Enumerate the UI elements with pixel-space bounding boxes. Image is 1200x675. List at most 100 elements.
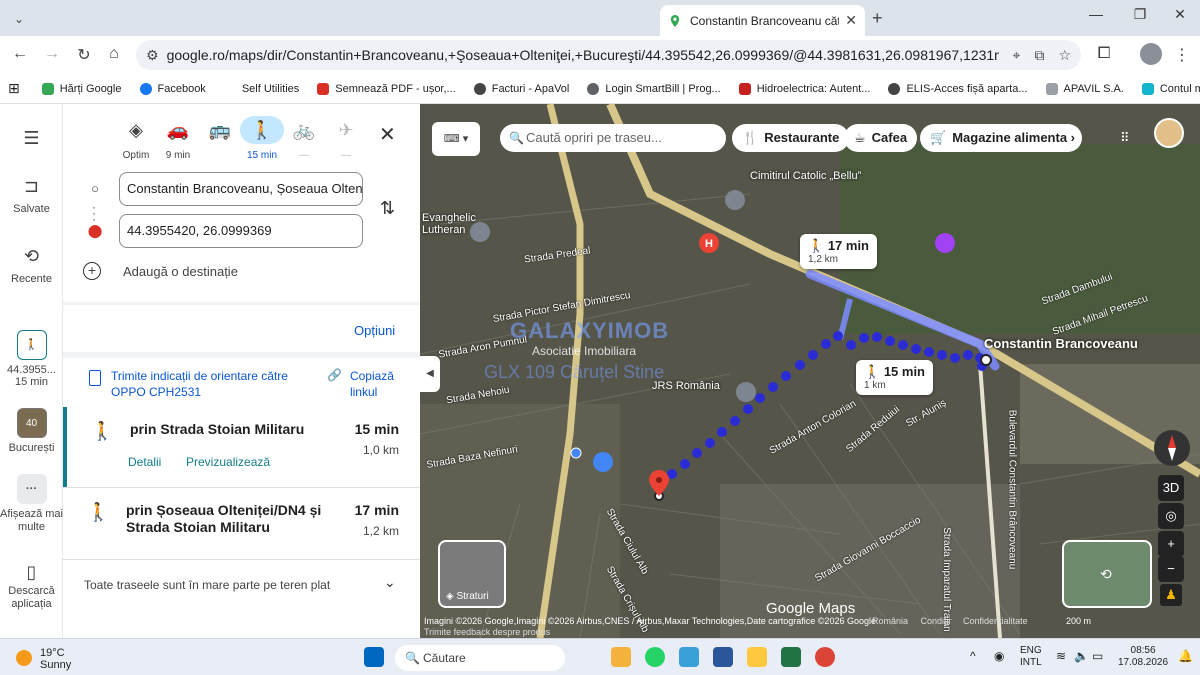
place-label[interactable]: Evanghelic Lutheran bbox=[422, 212, 476, 236]
bookmark-star-icon[interactable]: ☆ bbox=[1058, 47, 1071, 64]
origin-input[interactable]: Constantin Brancoveanu, Șoseaua Olteni bbox=[119, 172, 363, 206]
apps-grid-icon[interactable]: ⊞ bbox=[8, 80, 20, 97]
chip-restaurants[interactable]: 🍴 Restaurante bbox=[732, 124, 850, 152]
recent-button[interactable]: ⟲ Recente bbox=[0, 246, 63, 285]
active-tab[interactable]: Constantin Brancoveanu către 44.3 ✕ bbox=[660, 5, 865, 36]
destination-map-label[interactable]: Constantin Brancoveanu bbox=[984, 336, 1138, 351]
account-avatar[interactable] bbox=[1154, 118, 1184, 148]
map-scale[interactable]: 200 m bbox=[1066, 616, 1091, 626]
mode-transit[interactable]: 🚌 — bbox=[198, 116, 242, 161]
show-more-button[interactable]: ··· Afișează mai multe bbox=[0, 474, 63, 534]
route-option-2[interactable]: 🚶 prin Șoseaua Olteniței/DN4 și Strada S… bbox=[63, 488, 420, 568]
collapse-panel-button[interactable]: ◀ bbox=[420, 356, 440, 392]
layers-button[interactable]: ◈ Straturi bbox=[438, 540, 506, 608]
search-along-route[interactable]: 🔍 Caută opriri pe traseu... bbox=[500, 124, 726, 152]
forward-icon[interactable]: → bbox=[42, 45, 62, 63]
wifi-icon[interactable]: ≋ bbox=[1056, 650, 1066, 662]
chrome-icon[interactable] bbox=[815, 647, 835, 667]
address-bar[interactable]: ⚙ google.ro/maps/dir/Constantin+Brancove… bbox=[136, 40, 1081, 70]
bookmark-icon: ⊐ bbox=[23, 176, 40, 196]
swap-icon[interactable]: ⇅ bbox=[380, 198, 395, 219]
city-button[interactable]: 40 București bbox=[0, 408, 63, 454]
extensions-icon[interactable]: ⧠ bbox=[1094, 45, 1114, 63]
install-icon[interactable]: ⧉ bbox=[1034, 47, 1044, 64]
mode-best[interactable]: ◈ Optim bbox=[114, 116, 158, 161]
bookmark-item[interactable]: Facebook bbox=[139, 82, 206, 95]
word-icon[interactable] bbox=[713, 647, 733, 667]
volume-icon[interactable]: 🔈 bbox=[1074, 650, 1089, 662]
compass-icon[interactable] bbox=[1154, 430, 1190, 466]
site-info-icon[interactable]: ⚙ bbox=[146, 47, 159, 64]
hamburger-menu-icon[interactable]: ☰ bbox=[0, 128, 63, 149]
chevron-down-icon[interactable]: ⌄ bbox=[384, 574, 396, 591]
bookmark-item[interactable]: Self Utilities bbox=[223, 82, 299, 95]
download-app-button[interactable]: ▯ Descarcă aplicația bbox=[0, 563, 63, 611]
chip-coffee[interactable]: ☕ Cafea bbox=[844, 124, 918, 152]
start-icon[interactable] bbox=[364, 647, 384, 667]
pegman-icon[interactable]: ♟ bbox=[1160, 584, 1182, 606]
language-indicator[interactable]: ENG INTL bbox=[1020, 645, 1042, 669]
home-icon[interactable]: ⌂ bbox=[104, 45, 124, 63]
window-close-icon[interactable]: ✕ bbox=[1160, 6, 1200, 23]
excel-icon[interactable] bbox=[781, 647, 801, 667]
back-icon[interactable]: ← bbox=[10, 45, 30, 63]
tab-close-icon[interactable]: ✕ bbox=[845, 12, 857, 29]
bookmark-item[interactable]: Hărți Google bbox=[41, 82, 122, 95]
3d-button[interactable]: 3D bbox=[1158, 475, 1184, 501]
bookmark-item[interactable]: ELIS-Acces fișă aparta... bbox=[888, 82, 1028, 95]
current-route-button[interactable]: 🚶 44.3955... 15 min bbox=[0, 330, 63, 388]
primary-route-callout[interactable]: 🚶 15 min 1 km bbox=[856, 360, 933, 395]
bookmark-item[interactable]: Contul meu bbox=[1141, 82, 1200, 95]
preview-link[interactable]: Previzualizează bbox=[186, 455, 270, 469]
clock[interactable]: 08:56 17.08.2026 bbox=[1118, 645, 1168, 669]
menu-icon[interactable]: ⋮ bbox=[1172, 45, 1192, 65]
saved-button[interactable]: ⊐ Salvate bbox=[0, 176, 63, 215]
battery-icon[interactable]: ▭ bbox=[1092, 650, 1103, 662]
taskbar-search[interactable]: 🔍 Căutare bbox=[395, 645, 565, 671]
place-label[interactable]: Cimitirul Catolic „Bellu” bbox=[750, 170, 861, 182]
tab-search-icon[interactable]: ⌄ bbox=[8, 8, 30, 30]
bookmark-item[interactable]: APAVIL S.A. bbox=[1045, 82, 1124, 95]
location-icon[interactable]: ⌖ bbox=[1013, 47, 1021, 64]
bookmark-item[interactable]: Semnează PDF - ușor,... bbox=[317, 82, 456, 95]
bookmark-item[interactable]: Facturi - ApaVol bbox=[473, 82, 569, 95]
new-tab-icon[interactable]: + bbox=[872, 8, 883, 29]
alt-route-callout[interactable]: 🚶 17 min 1,2 km bbox=[800, 234, 877, 269]
mode-car[interactable]: 🚗 9 min bbox=[156, 116, 200, 161]
tray-app-icon[interactable]: ◉ bbox=[994, 650, 1004, 662]
profile-avatar[interactable] bbox=[1140, 43, 1162, 65]
my-location-icon[interactable]: ◎ bbox=[1158, 503, 1184, 529]
details-link[interactable]: Detalii bbox=[128, 455, 161, 469]
bookmark-item[interactable]: Hidroelectrica: Autent... bbox=[738, 82, 870, 95]
send-to-phone-button[interactable]: Trimite indicații de orientare către OPP… bbox=[89, 368, 291, 400]
bookmark-item[interactable]: Login SmartBill | Prog... bbox=[587, 82, 721, 95]
mode-bike[interactable]: 🚲 — bbox=[282, 116, 326, 161]
keyboard-shortcuts-button[interactable]: ⌨ ▾ bbox=[432, 122, 480, 156]
whatsapp-icon[interactable] bbox=[645, 647, 665, 667]
weather-widget[interactable]: 19°C Sunny bbox=[16, 647, 71, 671]
notifications-icon[interactable]: 🔔 bbox=[1178, 650, 1193, 662]
widgets-icon[interactable] bbox=[611, 647, 631, 667]
tray-overflow-icon[interactable]: ^ bbox=[970, 650, 976, 662]
copy-link-button[interactable]: 🔗 Copiază linkul bbox=[327, 368, 410, 400]
map-canvas[interactable]: H ◀ ⌨ ▾ 🔍 Caută opriri pe traseu... 🍴 Rest… bbox=[420, 104, 1200, 638]
options-button[interactable]: Opțiuni bbox=[354, 323, 395, 338]
reload-icon[interactable]: ↻ bbox=[74, 45, 94, 65]
add-destination-button[interactable]: + Adaugă o destinație bbox=[83, 262, 238, 280]
maximize-icon[interactable]: ❐ bbox=[1120, 6, 1160, 23]
route-option-1[interactable]: 🚶 prin Strada Stoian Militaru 15 min 1,0… bbox=[63, 407, 420, 487]
mode-flight[interactable]: ✈ — bbox=[324, 116, 368, 161]
chip-groceries[interactable]: 🛒 Magazine alimenta › bbox=[920, 124, 1082, 152]
mode-walk[interactable]: 🚶 15 min bbox=[240, 116, 284, 161]
minimize-icon[interactable]: — bbox=[1076, 6, 1116, 22]
google-apps-icon[interactable]: ⠿ bbox=[1120, 130, 1130, 146]
street-view-thumbnail[interactable]: ⟲ bbox=[1062, 540, 1152, 608]
close-directions-icon[interactable]: ✕ bbox=[379, 122, 396, 147]
app-icon[interactable] bbox=[679, 647, 699, 667]
feedback-link[interactable]: Trimite feedback despre produs bbox=[424, 627, 550, 637]
zoom-in-button[interactable]: + bbox=[1158, 531, 1184, 557]
destination-input[interactable]: 44.3955420, 26.0999369 bbox=[119, 214, 363, 248]
footer-links[interactable]: România Condiții Confidențialitate bbox=[872, 616, 1028, 626]
zoom-out-button[interactable]: − bbox=[1158, 556, 1184, 582]
file-explorer-icon[interactable] bbox=[747, 647, 767, 667]
